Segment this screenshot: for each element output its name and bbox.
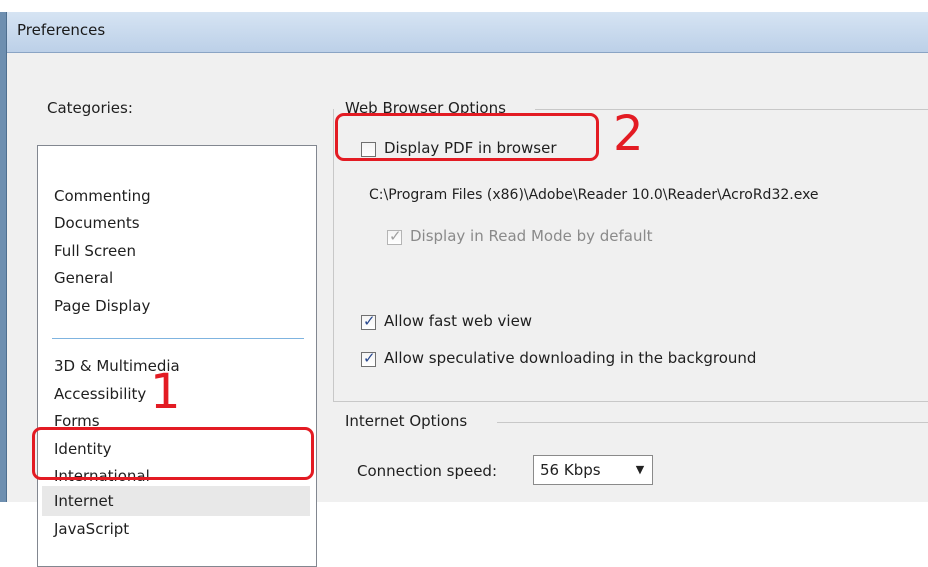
speculative-download-checkbox[interactable]: ✓ [361,349,376,367]
category-list[interactable]: Commenting Documents Full Screen General… [37,145,317,567]
read-mode-checkbox[interactable]: ✓ [387,227,402,245]
read-mode-label[interactable]: Display in Read Mode by default [410,227,653,245]
group-border-left [333,109,334,401]
check-mark-icon: ✓ [389,227,402,245]
annotation-number-2: 2 [613,106,644,162]
connection-speed-value: 56 Kbps [540,461,601,479]
speculative-download-label[interactable]: Allow speculative downloading in the bac… [384,349,756,367]
category-item-commenting[interactable]: Commenting [54,186,151,206]
check-mark-icon: ✓ [363,349,376,367]
window-title: Preferences [17,21,106,39]
annotation-box-internet [32,427,314,480]
connection-speed-select[interactable]: 56 Kbps ▼ [533,455,653,485]
category-item-full-screen[interactable]: Full Screen [54,241,136,261]
category-item-accessibility[interactable]: Accessibility [54,384,146,404]
category-separator [52,338,304,339]
title-bar[interactable]: Preferences [7,12,928,53]
check-mark-icon: ✓ [363,312,376,330]
group-divider-bottom [333,401,928,402]
internet-options-heading: Internet Options [345,412,472,430]
chevron-down-icon[interactable]: ▼ [628,456,652,484]
fast-web-view-label[interactable]: Allow fast web view [384,312,532,330]
connection-speed-label: Connection speed: [357,462,498,480]
annotation-box-display-pdf [335,113,599,161]
categories-label: Categories: [47,99,133,117]
category-item-page-display[interactable]: Page Display [54,296,150,316]
category-item-documents[interactable]: Documents [54,213,140,233]
category-item-internet[interactable]: Internet [54,491,114,511]
category-item-general[interactable]: General [54,268,113,288]
fast-web-view-checkbox[interactable]: ✓ [361,312,376,330]
category-item-javascript[interactable]: JavaScript [54,519,129,539]
group-divider [497,422,928,423]
annotation-number-1: 1 [150,364,181,420]
reader-path: C:\Program Files (x86)\Adobe\Reader 10.0… [369,187,819,203]
group-divider [535,109,928,110]
